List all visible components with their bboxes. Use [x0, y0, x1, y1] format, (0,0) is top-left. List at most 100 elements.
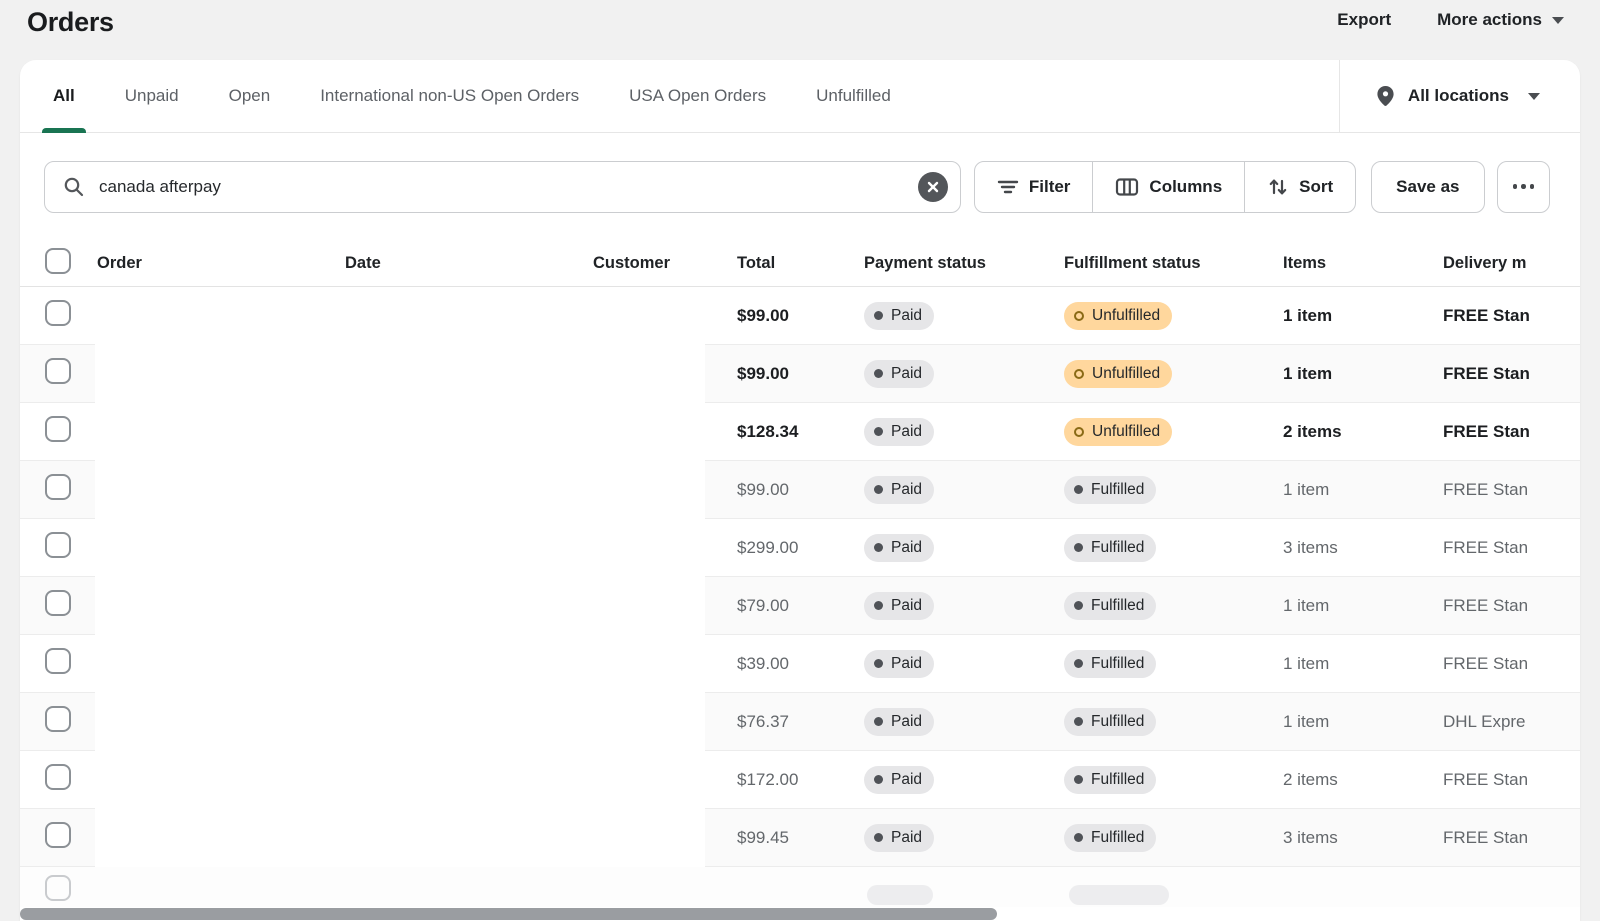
row-checkbox[interactable] [45, 648, 71, 674]
row-checkbox[interactable] [45, 822, 71, 848]
fulfillment-status-cell: Fulfilled [1064, 824, 1283, 852]
delivery-method-cell: FREE Stan [1443, 364, 1580, 384]
fulfillment-status-label: Unfulfilled [1092, 423, 1160, 441]
items-cell: 1 item [1283, 364, 1443, 384]
horizontal-scrollbar-thumb[interactable] [20, 908, 997, 920]
column-header-items[interactable]: Items [1283, 254, 1443, 273]
status-dot-icon [874, 775, 883, 784]
payment-status-badge: Paid [864, 592, 934, 620]
location-filter-button[interactable]: All locations [1339, 60, 1580, 132]
payment-status-label: Paid [891, 829, 922, 847]
items-cell: 2 items [1283, 422, 1443, 442]
fulfillment-status-label: Fulfilled [1091, 597, 1144, 615]
fulfillment-status-badge: Fulfilled [1064, 592, 1156, 620]
fulfillment-status-cell: Unfulfilled [1064, 302, 1283, 330]
tab-label: International non-US Open Orders [320, 86, 579, 106]
columns-icon [1115, 176, 1139, 198]
row-checkbox[interactable] [45, 532, 71, 558]
row-checkbox[interactable] [45, 706, 71, 732]
column-header-payment-status[interactable]: Payment status [864, 254, 1064, 273]
status-dot-icon [874, 311, 883, 320]
chevron-down-icon [1528, 93, 1540, 100]
export-button[interactable]: Export [1337, 10, 1391, 30]
payment-status-cell: Paid [864, 302, 1064, 330]
tab-international-non-us-open-orders[interactable]: International non-US Open Orders [305, 60, 594, 132]
columns-button[interactable]: Columns [1092, 162, 1244, 212]
tab-open[interactable]: Open [214, 60, 286, 132]
filter-button[interactable]: Filter [975, 162, 1093, 212]
column-header-fulfillment-status[interactable]: Fulfillment status [1064, 254, 1283, 273]
filter-icon [997, 176, 1019, 198]
column-header-order[interactable]: Order [97, 254, 345, 273]
payment-status-badge: Paid [864, 650, 934, 678]
sort-arrows-icon [1267, 176, 1289, 198]
payment-status-badge: Paid [864, 360, 934, 388]
more-actions-button[interactable]: More actions [1437, 10, 1564, 30]
row-checkbox-cell [20, 706, 97, 737]
redacted-region [95, 287, 705, 867]
payment-status-badge: Paid [864, 534, 934, 562]
fulfillment-status-label: Fulfilled [1091, 713, 1144, 731]
column-header-customer[interactable]: Customer [593, 254, 737, 273]
payment-status-label: Paid [891, 655, 922, 673]
status-dot-icon [1074, 427, 1084, 437]
total-cell: $99.00 [737, 306, 864, 326]
select-all-checkbox[interactable] [45, 248, 71, 274]
fulfillment-status-badge [1069, 885, 1169, 905]
items-cell: 1 item [1283, 654, 1443, 674]
items-cell: 1 item [1283, 480, 1443, 500]
more-options-button[interactable] [1497, 161, 1551, 213]
payment-status-cell: Paid [864, 476, 1064, 504]
items-cell: 3 items [1283, 538, 1443, 558]
items-cell: 3 items [1283, 828, 1443, 848]
search-icon [63, 176, 85, 198]
row-checkbox[interactable] [45, 416, 71, 442]
row-checkbox[interactable] [45, 474, 71, 500]
tab-unpaid[interactable]: Unpaid [110, 60, 194, 132]
delivery-method-cell: FREE Stan [1443, 596, 1580, 616]
payment-status-cell: Paid [864, 360, 1064, 388]
fulfillment-status-label: Fulfilled [1091, 481, 1144, 499]
row-checkbox-cell [20, 416, 97, 447]
row-checkbox[interactable] [45, 358, 71, 384]
row-checkbox[interactable] [45, 875, 71, 901]
save-as-button[interactable]: Save as [1371, 161, 1484, 213]
payment-status-label: Paid [891, 597, 922, 615]
fulfillment-status-cell: Fulfilled [1064, 708, 1283, 736]
row-checkbox[interactable] [45, 590, 71, 616]
payment-status-label: Paid [891, 713, 922, 731]
column-header-total[interactable]: Total [737, 254, 864, 273]
delivery-method-cell: FREE Stan [1443, 422, 1580, 442]
clear-search-button[interactable] [918, 172, 948, 202]
payment-status-badge [867, 885, 933, 905]
fulfillment-status-cell: Unfulfilled [1064, 418, 1283, 446]
status-dot-icon [1074, 775, 1083, 784]
column-header-date[interactable]: Date [345, 254, 593, 273]
tab-unfulfilled[interactable]: Unfulfilled [801, 60, 906, 132]
page-title: Orders [27, 6, 114, 38]
row-checkbox[interactable] [45, 764, 71, 790]
status-dot-icon [1074, 833, 1083, 842]
status-dot-icon [874, 369, 883, 378]
delivery-method-cell: FREE Stan [1443, 828, 1580, 848]
tab-usa-open-orders[interactable]: USA Open Orders [614, 60, 781, 132]
fulfillment-status-cell: Fulfilled [1064, 650, 1283, 678]
search-input[interactable] [97, 176, 906, 198]
payment-status-label: Paid [891, 365, 922, 383]
payment-status-cell: Paid [864, 766, 1064, 794]
tab-all[interactable]: All [38, 60, 90, 132]
tabs-row: All Unpaid Open International non-US Open O… [20, 60, 1580, 133]
status-dot-icon [874, 427, 883, 436]
delivery-method-cell: FREE Stan [1443, 306, 1580, 326]
sort-button[interactable]: Sort [1244, 162, 1355, 212]
payment-status-badge: Paid [864, 302, 934, 330]
total-cell: $172.00 [737, 770, 864, 790]
fulfillment-status-cell: Fulfilled [1064, 592, 1283, 620]
status-dot-icon [1074, 543, 1083, 552]
location-pin-icon [1376, 85, 1395, 107]
row-checkbox[interactable] [45, 300, 71, 326]
tab-list: All Unpaid Open International non-US Open O… [20, 60, 926, 132]
payment-status-badge: Paid [864, 476, 934, 504]
delivery-method-cell: FREE Stan [1443, 480, 1580, 500]
column-header-delivery-m[interactable]: Delivery m [1443, 254, 1580, 273]
